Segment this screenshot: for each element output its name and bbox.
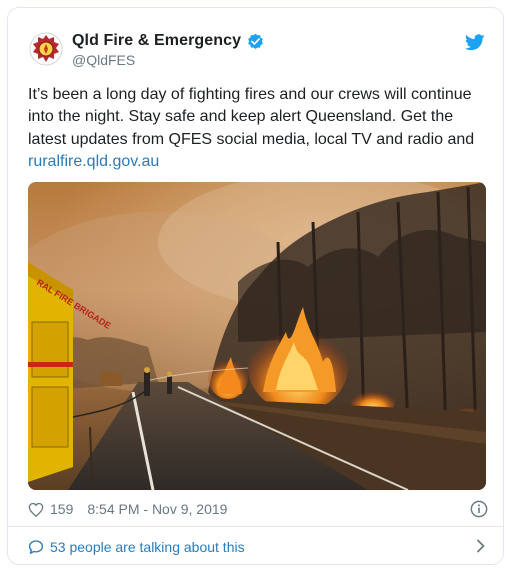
display-name[interactable]: Qld Fire & Emergency [72, 32, 241, 50]
divider [8, 526, 503, 527]
tweet-card[interactable]: Qld Fire & Emergency @QldFES It’s been a… [7, 7, 504, 565]
tweet-body: It’s been a long day of fighting fires a… [28, 86, 475, 148]
timestamp[interactable]: 8:54 PM - Nov 9, 2019 [87, 501, 227, 517]
tweet-photo[interactable]: RAL FIRE BRIGADE [28, 182, 486, 490]
info-icon[interactable] [470, 500, 488, 518]
verified-badge-icon [248, 33, 264, 49]
tweet-text: It’s been a long day of fighting fires a… [28, 84, 490, 173]
handle[interactable]: @QldFES [72, 52, 264, 68]
like-count[interactable]: 159 [50, 501, 73, 517]
conversation-link[interactable]: 53 people are talking about this [28, 535, 488, 559]
conversation-label[interactable]: 53 people are talking about this [50, 539, 245, 555]
twitter-bird-icon[interactable] [465, 34, 485, 51]
tweet-meta: 159 8:54 PM - Nov 9, 2019 [28, 498, 488, 520]
bushfire-photo: RAL FIRE BRIGADE [28, 182, 486, 490]
qfes-emblem-icon[interactable] [29, 32, 63, 66]
speech-bubble-icon [28, 540, 44, 554]
tweet-link[interactable]: ruralfire.qld.gov.au [28, 153, 159, 170]
heart-icon[interactable] [28, 502, 44, 517]
tweet-header: Qld Fire & Emergency @QldFES [8, 8, 503, 78]
chevron-right-icon[interactable] [476, 539, 486, 553]
